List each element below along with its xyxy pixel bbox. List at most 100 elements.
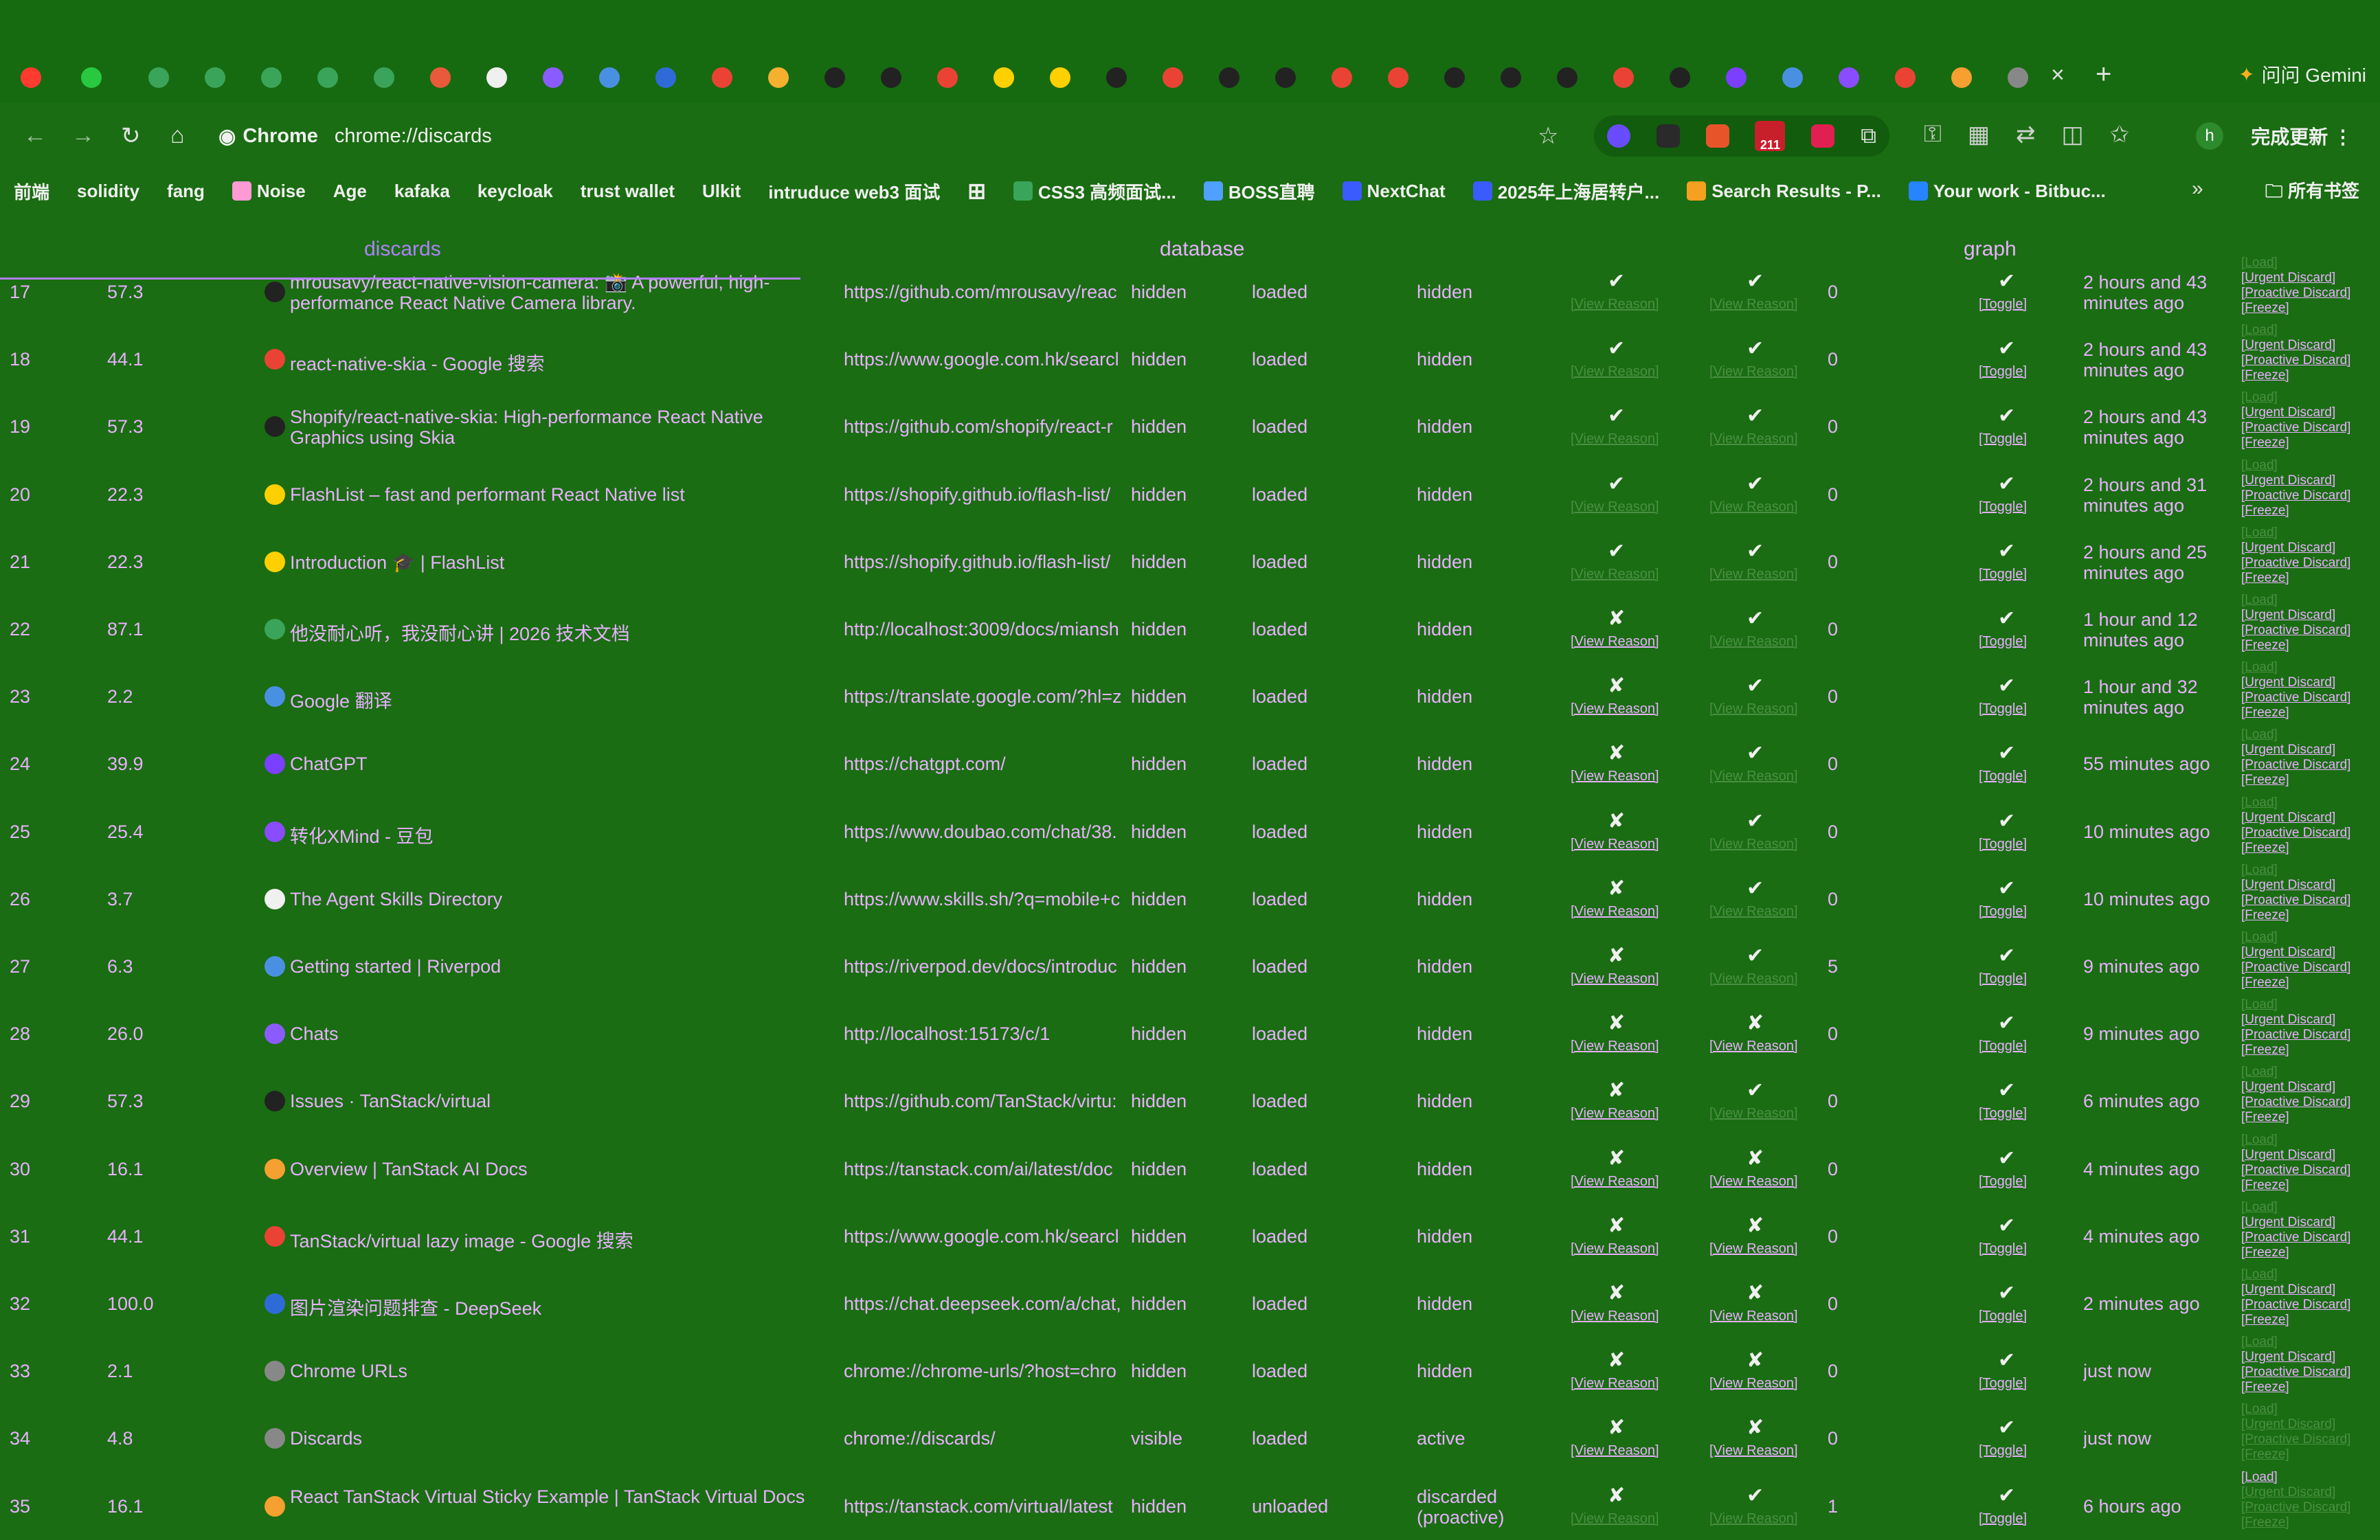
tab-item[interactable] [1821,60,1877,95]
bookmark-item[interactable]: keycloak [464,181,567,202]
tab-item[interactable] [1145,60,1201,95]
auto-discardable-toggle-link[interactable]: [Toggle] [1979,364,2027,380]
extension-icon[interactable] [1656,124,1680,148]
bookmark-item[interactable]: Search Results - P... [1673,181,1895,202]
bookmark-item[interactable]: Your work - Bitbuc... [1895,181,2120,202]
urgent-discard-link[interactable]: [Urgent Discard] [2241,1080,2335,1095]
urgent-discard-link[interactable]: [Urgent Discard] [2241,743,2335,758]
proactive-discard-link[interactable]: [Proactive Discard] [2241,1095,2350,1110]
freeze-link[interactable]: [Freeze] [2241,368,2289,383]
tab-item[interactable] [1201,60,1257,95]
bookmark-item[interactable]: kafaka [381,181,464,202]
bookmark-item[interactable]: fang [153,181,218,202]
tab-item[interactable] [243,60,300,95]
urgent-discard-link[interactable]: [Urgent Discard] [2241,338,2335,353]
proactive-discard-link[interactable]: [Proactive Discard] [2241,960,2350,975]
discard-view-reason-link[interactable]: [View Reason] [1571,1106,1659,1122]
all-bookmarks-button[interactable]: 🗀 所有书签 [2265,177,2359,209]
auto-discardable-toggle-link[interactable]: [Toggle] [1979,837,2027,852]
auto-discardable-toggle-link[interactable]: [Toggle] [1979,1376,2027,1392]
auto-discardable-toggle-link[interactable]: [Toggle] [1979,1241,2027,1257]
proactive-discard-link[interactable]: [Proactive Discard] [2241,1028,2350,1043]
tab-item[interactable] [581,60,638,95]
auto-discardable-toggle-link[interactable]: [Toggle] [1979,1443,2027,1459]
tab-item[interactable] [1426,60,1483,95]
close-window-icon[interactable] [21,67,41,88]
reading-list-icon[interactable]: ✩ [2110,121,2130,148]
tab-item[interactable] [300,60,356,95]
bookmark-item[interactable]: intruduce web3 面试 [754,179,954,204]
discard-view-reason-link[interactable]: [View Reason] [1571,769,1659,784]
tab-item[interactable] [694,60,750,95]
tab-item[interactable] [1652,60,1708,95]
freeze-link[interactable]: [Freeze] [2241,435,2289,451]
discard-view-reason-link[interactable]: [View Reason] [1571,1309,1659,1324]
urgent-discard-link[interactable]: [Urgent Discard] [2241,878,2335,893]
bookmark-item[interactable]: Ulkit [688,181,754,202]
gemini-button[interactable]: ✦ 问问 Gemini [2238,60,2366,88]
auto-discardable-toggle-link[interactable]: [Toggle] [1979,634,2027,650]
tab-item[interactable] [638,60,694,95]
freeze-link[interactable]: [Freeze] [2241,301,2289,316]
proactive-discard-link[interactable]: [Proactive Discard] [2241,353,2350,368]
qr-icon[interactable]: ▦ [1968,121,1990,148]
freeze-link[interactable]: [Freeze] [2241,1313,2289,1328]
proactive-discard-link[interactable]: [Proactive Discard] [2241,1230,2350,1245]
discard-view-reason-link[interactable]: [View Reason] [1571,904,1659,920]
urgent-discard-link[interactable]: [Urgent Discard] [2241,811,2335,826]
auto-discardable-toggle-link[interactable]: [Toggle] [1979,1174,2027,1190]
site-chip[interactable]: ◉ Chrome [218,124,318,148]
home-icon[interactable]: ⌂ [170,122,185,149]
proactive-discard-link[interactable]: [Proactive Discard] [2241,556,2350,571]
extension-icon[interactable] [1811,124,1835,148]
tab-item[interactable] [750,60,807,95]
freeze-view-reason-link[interactable]: [View Reason] [1709,1241,1798,1257]
auto-discardable-toggle-link[interactable]: [Toggle] [1979,431,2027,447]
urgent-discard-link[interactable]: [Urgent Discard] [2241,271,2335,286]
bookmark-item[interactable]: 前端 [0,179,63,204]
urgent-discard-link[interactable]: [Urgent Discard] [2241,1350,2335,1365]
tab-item[interactable] [1314,60,1370,95]
bookmark-item[interactable]: CSS3 高频面试... [1000,179,1190,204]
freeze-view-reason-link[interactable]: [View Reason] [1709,1443,1798,1459]
tab-item[interactable] [1764,60,1821,95]
auto-discardable-toggle-link[interactable]: [Toggle] [1979,1309,2027,1324]
tab-item[interactable] [356,60,412,95]
urgent-discard-link[interactable]: [Urgent Discard] [2241,1012,2335,1028]
proactive-discard-link[interactable]: [Proactive Discard] [2241,893,2350,908]
auto-discardable-toggle-link[interactable]: [Toggle] [1979,971,2027,987]
proactive-discard-link[interactable]: [Proactive Discard] [2241,826,2350,841]
extension-icon[interactable] [1606,124,1630,148]
auto-discardable-toggle-link[interactable]: [Toggle] [1979,297,2027,313]
tab-item[interactable] [469,60,525,95]
freeze-view-reason-link[interactable]: [View Reason] [1709,1039,1798,1054]
new-tab-button[interactable]: + [2096,59,2111,90]
forward-icon[interactable]: → [71,122,95,149]
tab-item[interactable] [807,60,863,95]
tab-item[interactable] [1877,60,1933,95]
translate-icon[interactable]: ⇄ [2016,121,2036,148]
tab-item[interactable] [1708,60,1764,95]
tab-item[interactable] [131,60,187,95]
back-icon[interactable]: ← [23,122,47,149]
bookmark-item[interactable]: solidity [63,181,153,202]
bookmark-star-icon[interactable]: ☆ [1538,122,1558,150]
bookmark-item[interactable]: 2025年上海居转户... [1459,179,1674,204]
bookmark-item[interactable]: Noise [218,181,319,202]
freeze-link[interactable]: [Freeze] [2241,571,2289,586]
tab-item[interactable] [863,60,919,95]
discard-view-reason-link[interactable]: [View Reason] [1571,1241,1659,1257]
urgent-discard-link[interactable]: [Urgent Discard] [2241,473,2335,488]
freeze-link[interactable]: [Freeze] [2241,1043,2289,1058]
tab-item[interactable] [1032,60,1088,95]
auto-discardable-toggle-link[interactable]: [Toggle] [1979,1106,2027,1122]
auto-discardable-toggle-link[interactable]: [Toggle] [1979,499,2027,515]
tab-item[interactable] [525,60,581,95]
auto-discardable-toggle-link[interactable]: [Toggle] [1979,567,2027,582]
proactive-discard-link[interactable]: [Proactive Discard] [2241,420,2350,435]
auto-discardable-toggle-link[interactable]: [Toggle] [1979,701,2027,717]
urgent-discard-link[interactable]: [Urgent Discard] [2241,541,2335,556]
tab-item[interactable] [976,60,1032,95]
discard-view-reason-link[interactable]: [View Reason] [1571,837,1659,852]
discard-view-reason-link[interactable]: [View Reason] [1571,1174,1659,1190]
